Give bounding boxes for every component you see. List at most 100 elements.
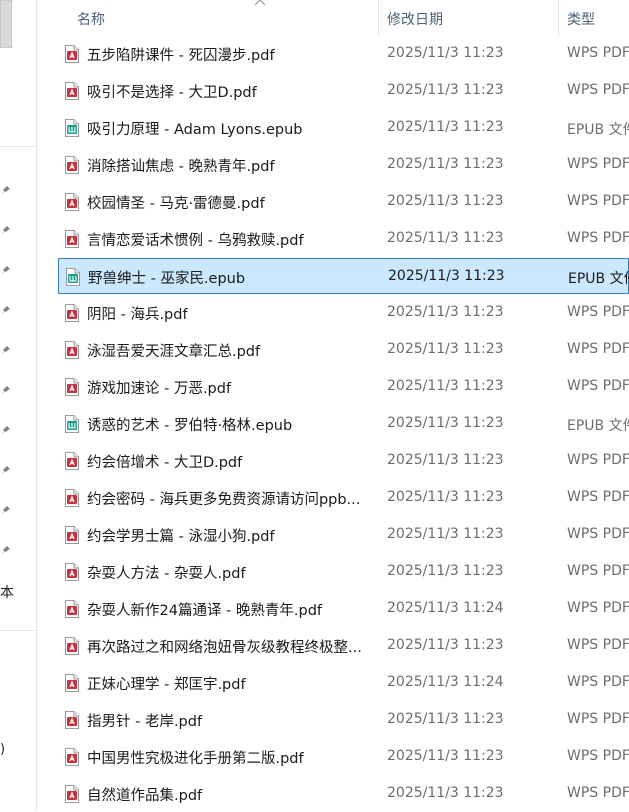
file-row[interactable]: 游戏加速论 - 万恶.pdf 2025/11/3 11:23 WPS PDF bbox=[58, 369, 629, 405]
column-header-name[interactable]: 名称 bbox=[77, 9, 105, 29]
file-row[interactable]: 阴阳 - 海兵.pdf 2025/11/3 11:23 WPS PDF bbox=[58, 295, 629, 331]
file-type: WPS PDF bbox=[567, 82, 629, 98]
file-row[interactable]: 正妹心理学 - 郑匡宇.pdf 2025/11/3 11:24 WPS PDF bbox=[58, 665, 629, 701]
file-name: 诱惑的艺术 - 罗伯特·格林.epub bbox=[87, 418, 293, 434]
file-modified-date: 2025/11/3 11:24 bbox=[387, 600, 504, 616]
file-row[interactable]: 约会密码 - 海兵更多免费资源请访问ppb... 2025/11/3 11:23 W… bbox=[58, 480, 629, 516]
file-name: 约会学男士篇 - 泳湿小狗.pdf bbox=[87, 529, 275, 545]
pdf-file-icon bbox=[65, 526, 79, 544]
file-name: 野兽绅士 - 巫家民.epub bbox=[88, 271, 246, 287]
file-modified-date: 2025/11/3 11:23 bbox=[387, 526, 504, 542]
file-row[interactable]: 杂耍人方法 - 杂耍人.pdf 2025/11/3 11:23 WPS PDF bbox=[58, 554, 629, 590]
pdf-file-icon bbox=[65, 748, 79, 766]
epub-file-icon bbox=[65, 119, 79, 137]
pdf-file-icon bbox=[65, 637, 79, 655]
file-row[interactable]: 诱惑的艺术 - 罗伯特·格林.epub 2025/11/3 11:23 EPUB 文… bbox=[58, 406, 629, 442]
file-type: WPS PDF bbox=[567, 600, 629, 616]
pdf-file-icon bbox=[65, 45, 79, 63]
file-name: 吸引力原理 - Adam Lyons.epub bbox=[87, 122, 303, 138]
pdf-file-icon bbox=[65, 156, 79, 174]
file-row[interactable]: 野兽绅士 - 巫家民.epub 2025/11/3 11:23 EPUB 文件 bbox=[58, 258, 629, 294]
file-name: 吸引不是选择 - 大卫D.pdf bbox=[87, 85, 257, 101]
file-name: 游戏加速论 - 万恶.pdf bbox=[87, 381, 232, 397]
file-type: WPS PDF bbox=[567, 193, 629, 209]
navigation-pane: 本 ) bbox=[0, 0, 37, 811]
pdf-file-icon bbox=[65, 563, 79, 581]
file-type: WPS PDF bbox=[567, 711, 629, 727]
file-type: WPS PDF bbox=[567, 563, 629, 579]
pin-icon bbox=[2, 346, 10, 354]
pin-icon bbox=[2, 466, 10, 474]
file-modified-date: 2025/11/3 11:23 bbox=[387, 452, 504, 468]
pin-icon bbox=[2, 226, 10, 234]
file-row[interactable]: 校园情圣 - 马克·雷德曼.pdf 2025/11/3 11:23 WPS PDF bbox=[58, 184, 629, 220]
file-modified-date: 2025/11/3 11:23 bbox=[387, 415, 504, 431]
pin-icon bbox=[2, 506, 10, 514]
file-type: WPS PDF bbox=[567, 674, 629, 690]
file-modified-date: 2025/11/3 11:24 bbox=[387, 674, 504, 690]
file-name: 泳湿吾爱天涯文章汇总.pdf bbox=[87, 344, 261, 360]
column-divider[interactable] bbox=[378, 0, 379, 36]
column-header-type[interactable]: 类型 bbox=[567, 9, 595, 29]
file-type: WPS PDF bbox=[567, 156, 629, 172]
file-name: 消除搭讪焦虑 - 晚熟青年.pdf bbox=[87, 159, 275, 175]
pdf-file-icon bbox=[65, 341, 79, 359]
file-modified-date: 2025/11/3 11:23 bbox=[387, 785, 504, 801]
file-type: WPS PDF bbox=[567, 45, 629, 61]
file-modified-date: 2025/11/3 11:23 bbox=[388, 268, 505, 284]
file-row[interactable]: 杂耍人新作24篇通译 - 晚熟青年.pdf 2025/11/3 11:24 WPS … bbox=[58, 591, 629, 627]
file-name: 约会密码 - 海兵更多免费资源请访问ppb... bbox=[87, 492, 361, 508]
file-type: WPS PDF bbox=[567, 452, 629, 468]
file-type: WPS PDF bbox=[567, 489, 629, 505]
file-modified-date: 2025/11/3 11:23 bbox=[387, 489, 504, 505]
file-row[interactable]: 泳湿吾爱天涯文章汇总.pdf 2025/11/3 11:23 WPS PDF bbox=[58, 332, 629, 368]
pin-icon bbox=[2, 546, 10, 554]
file-modified-date: 2025/11/3 11:23 bbox=[387, 304, 504, 320]
nav-scrollbar-thumb[interactable] bbox=[0, 0, 12, 48]
column-header: 名称 修改日期 类型 bbox=[36, 0, 629, 36]
file-type: EPUB 文件 bbox=[568, 271, 629, 287]
pdf-file-icon bbox=[65, 600, 79, 618]
file-row[interactable]: 再次路过之和网络泡妞骨灰级教程终极整... 2025/11/3 11:23 WPS … bbox=[58, 628, 629, 664]
file-row[interactable]: 吸引不是选择 - 大卫D.pdf 2025/11/3 11:23 WPS PDF bbox=[58, 73, 629, 109]
file-row[interactable]: 约会倍增术 - 大卫D.pdf 2025/11/3 11:23 WPS PDF bbox=[58, 443, 629, 479]
file-modified-date: 2025/11/3 11:23 bbox=[387, 378, 504, 394]
nav-item-fragment: ) bbox=[0, 742, 6, 757]
file-modified-date: 2025/11/3 11:23 bbox=[387, 637, 504, 653]
file-modified-date: 2025/11/3 11:23 bbox=[387, 156, 504, 172]
file-type: WPS PDF bbox=[567, 341, 629, 357]
nav-divider bbox=[0, 146, 36, 147]
file-name: 指男针 - 老岸.pdf bbox=[87, 714, 203, 730]
file-name: 言情恋爱话术惯例 - 乌鸦救赎.pdf bbox=[87, 233, 304, 249]
file-row[interactable]: 消除搭讪焦虑 - 晚熟青年.pdf 2025/11/3 11:23 WPS PDF bbox=[58, 147, 629, 183]
file-modified-date: 2025/11/3 11:23 bbox=[387, 82, 504, 98]
file-type: WPS PDF bbox=[567, 230, 629, 246]
file-modified-date: 2025/11/3 11:23 bbox=[387, 45, 504, 61]
file-modified-date: 2025/11/3 11:23 bbox=[387, 563, 504, 579]
epub-file-icon bbox=[65, 415, 79, 433]
file-row[interactable]: 五步陷阱课件 - 死囚漫步.pdf 2025/11/3 11:23 WPS PDF bbox=[58, 36, 629, 72]
pin-icon bbox=[2, 266, 10, 274]
pin-icon bbox=[2, 186, 10, 194]
file-row[interactable]: 吸引力原理 - Adam Lyons.epub 2025/11/3 11:23 EP… bbox=[58, 110, 629, 146]
file-row[interactable]: 言情恋爱话术惯例 - 乌鸦救赎.pdf 2025/11/3 11:23 WPS PD… bbox=[58, 221, 629, 257]
epub-file-icon bbox=[66, 268, 80, 286]
file-name: 正妹心理学 - 郑匡宇.pdf bbox=[87, 677, 246, 693]
pdf-file-icon bbox=[65, 489, 79, 507]
pdf-file-icon bbox=[65, 304, 79, 322]
column-header-date[interactable]: 修改日期 bbox=[387, 9, 443, 29]
file-modified-date: 2025/11/3 11:23 bbox=[387, 119, 504, 135]
file-row[interactable]: 指男针 - 老岸.pdf 2025/11/3 11:23 WPS PDF bbox=[58, 702, 629, 738]
file-name: 中国男性究极进化手册第二版.pdf bbox=[87, 751, 304, 767]
pin-icon bbox=[2, 426, 10, 434]
column-divider[interactable] bbox=[558, 0, 559, 36]
file-row[interactable]: 约会学男士篇 - 泳湿小狗.pdf 2025/11/3 11:23 WPS PDF bbox=[58, 517, 629, 553]
pdf-file-icon bbox=[65, 785, 79, 803]
file-row[interactable]: 自然道作品集.pdf 2025/11/3 11:23 WPS PDF bbox=[58, 776, 629, 812]
file-type: WPS PDF bbox=[567, 785, 629, 801]
file-type: EPUB 文件 bbox=[567, 122, 629, 138]
nav-item-label[interactable]: 本 bbox=[0, 582, 14, 602]
file-row[interactable]: 中国男性究极进化手册第二版.pdf 2025/11/3 11:23 WPS PDF bbox=[58, 739, 629, 775]
file-modified-date: 2025/11/3 11:23 bbox=[387, 230, 504, 246]
file-name: 校园情圣 - 马克·雷德曼.pdf bbox=[87, 196, 265, 212]
